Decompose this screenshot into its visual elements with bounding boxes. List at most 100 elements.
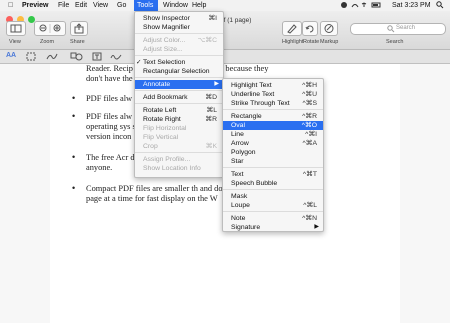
zoom-control[interactable]	[34, 21, 66, 36]
tools-item-rectangular-selection[interactable]: Rectangular Selection	[135, 67, 223, 76]
tools-item-rotate-right[interactable]: Rotate Right ⌘R	[135, 115, 223, 124]
menu-item-label: Rotate Right	[143, 116, 181, 123]
share-icon	[74, 23, 84, 34]
bullet-2: •	[72, 111, 76, 121]
annotate-item-underline-text[interactable]: Underline Text ^⌘U	[223, 90, 323, 99]
menu-item-label: Text Selection	[143, 59, 186, 66]
menu-item-label: Show Inspector	[143, 15, 190, 22]
tools-item-text-selection[interactable]: ✓ Text Selection	[135, 58, 223, 67]
menu-item-shortcut: ^⌘H	[302, 82, 317, 89]
menu-item-shortcut: ⌘R	[205, 116, 217, 123]
search-field[interactable]: Search	[350, 23, 446, 35]
tools-item-adjust-color: Adjust Color... ⌥⌘C	[135, 36, 223, 45]
tools-item-show-magnifier[interactable]: Show Magnifier	[135, 23, 223, 32]
menu-item-shortcut: ^⌘O	[301, 122, 317, 129]
annotate-item-strike-through-text[interactable]: Strike Through Text ^⌘S	[223, 99, 323, 108]
menu-item-label: Star	[231, 158, 244, 165]
annotate-item-line[interactable]: Line ^⌘I	[223, 130, 323, 139]
menu-item-label: Flip Vertical	[143, 134, 179, 141]
annotate-item-loupe[interactable]: Loupe ^⌘L	[223, 201, 323, 210]
view-button[interactable]	[6, 21, 26, 36]
menu-item-shortcut: ^⌘A	[302, 140, 317, 147]
menu-item-label: Rectangle	[231, 113, 262, 120]
menu-item-shortcut: ^⌘R	[302, 113, 317, 120]
menu-item-shortcut: ^⌘S	[302, 100, 317, 107]
tools-item-crop: Crop ⌘K	[135, 142, 223, 151]
annotate-item-rectangle[interactable]: Rectangle ^⌘R	[223, 112, 323, 121]
view-label: View	[9, 39, 21, 45]
menu-item-label: Strike Through Text	[231, 100, 290, 107]
menu-item-label: Mask	[231, 193, 248, 200]
rotate-button[interactable]	[302, 21, 318, 36]
rect-select-icon[interactable]	[26, 52, 36, 63]
menu-item-label: Show Magnifier	[143, 24, 190, 31]
menu-item-label: Polygon	[231, 149, 256, 156]
doc-line-10: page at a time for fast display on the W	[86, 194, 218, 203]
menu-separator	[223, 189, 323, 190]
menu-item-shortcut: ^⌘T	[302, 171, 317, 178]
signature-icon[interactable]	[110, 52, 122, 63]
menu-item-label: Line	[231, 131, 244, 138]
menu-file[interactable]: File	[58, 1, 69, 10]
clock[interactable]: Sat 3:23 PM	[392, 1, 431, 10]
search-placeholder: Search	[396, 25, 416, 31]
menu-item-label: Note	[231, 215, 246, 222]
share-button[interactable]	[70, 21, 88, 36]
tools-item-show-inspector[interactable]: Show Inspector ⌘I	[135, 14, 223, 23]
app-menu-preview[interactable]: Preview	[22, 1, 48, 10]
bullet-1: •	[72, 93, 76, 103]
menu-item-label: Show Location Info	[143, 165, 201, 172]
annotate-item-highlight-text[interactable]: Highlight Text ^⌘H	[223, 81, 323, 90]
markup-toolbar: AA	[0, 50, 450, 64]
annotate-item-polygon[interactable]: Polygon	[223, 148, 323, 157]
annotate-item-text[interactable]: Text ^⌘T	[223, 170, 323, 179]
annotate-item-mask[interactable]: Mask	[223, 192, 323, 201]
annotate-item-star[interactable]: Star	[223, 157, 323, 166]
menu-separator	[135, 77, 223, 78]
menu-item-shortcut: ^⌘I	[305, 131, 317, 138]
markup-label: Markup	[320, 39, 339, 45]
tools-item-flip-horizontal: Flip Horizontal	[135, 124, 223, 133]
annotate-item-speech-bubble[interactable]: Speech Bubble	[223, 179, 323, 188]
bullet-3: •	[72, 152, 76, 162]
menu-separator	[223, 167, 323, 168]
menu-separator	[135, 33, 223, 34]
document-title: df (1 page)	[220, 17, 252, 24]
menu-item-label: Assign Profile...	[143, 156, 191, 163]
menu-item-shortcut: ^⌘U	[302, 91, 317, 98]
menu-item-shortcut: ^⌘N	[302, 215, 317, 222]
tools-item-rotate-left[interactable]: Rotate Left ⌘L	[135, 106, 223, 115]
highlight-button[interactable]	[282, 21, 302, 36]
annotate-item-oval[interactable]: Oval ^⌘O	[223, 121, 323, 130]
sketch-icon[interactable]	[46, 52, 58, 63]
annotate-item-note[interactable]: Note ^⌘N	[223, 214, 323, 223]
tools-item-annotate[interactable]: Annotate ▶	[135, 80, 223, 89]
text-tool-icon[interactable]	[92, 52, 102, 63]
tools-item-show-location-info: Show Location Info	[135, 164, 223, 173]
annotate-item-signature[interactable]: Signature ▶	[223, 223, 323, 232]
shapes-icon[interactable]	[70, 52, 84, 63]
menu-item-label: Signature	[231, 224, 261, 231]
menu-view[interactable]: View	[93, 1, 108, 10]
apple-menu-icon[interactable]: 	[8, 1, 13, 10]
menu-separator	[223, 109, 323, 110]
doc-line-3: PDF files alw	[86, 94, 133, 103]
menu-edit[interactable]: Edit	[75, 1, 87, 10]
menu-item-label: Flip Horizontal	[143, 125, 187, 132]
tools-item-adjust-size: Adjust Size...	[135, 45, 223, 54]
tools-item-add-bookmark[interactable]: Add Bookmark ⌘D	[135, 93, 223, 102]
menu-tools[interactable]: Tools	[134, 0, 158, 11]
menu-help[interactable]: Help	[192, 1, 206, 10]
doc-line-6: version incon	[86, 132, 132, 141]
menu-item-label: Text	[231, 171, 244, 178]
doc-line-8: anyone.	[86, 163, 113, 172]
menu-item-label: Annotate	[143, 81, 171, 88]
menu-go[interactable]: Go	[117, 1, 126, 10]
menu-window[interactable]: Window	[163, 1, 188, 10]
annotate-item-arrow[interactable]: Arrow ^⌘A	[223, 139, 323, 148]
tools-item-flip-vertical: Flip Vertical	[135, 133, 223, 142]
markup-button[interactable]	[320, 21, 338, 36]
text-selection-tool[interactable]: AA	[6, 52, 16, 59]
menu-separator	[135, 55, 223, 56]
submenu-arrow-icon: ▶	[214, 81, 219, 87]
